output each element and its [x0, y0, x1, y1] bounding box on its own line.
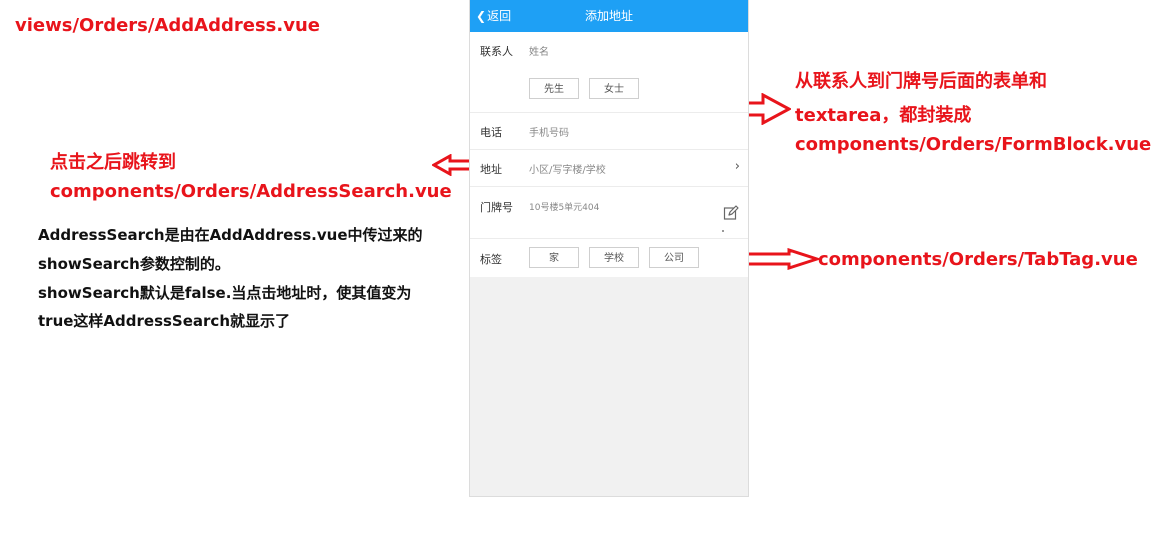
annotation-click-jump: 点击之后跳转到: [50, 152, 176, 173]
annotation-formblock-line2: textarea，都封装成: [795, 105, 972, 126]
chevron-right-icon: ›: [734, 159, 740, 174]
tag-option-school[interactable]: 学校: [589, 247, 639, 268]
contact-name-input[interactable]: 姓名: [529, 43, 549, 58]
annotation-formblock-line1: 从联系人到门牌号后面的表单和: [795, 71, 1047, 92]
address-row[interactable]: 地址 小区/写字楼/学校 ›: [470, 150, 748, 187]
annotation-formblock-file: components/Orders/FormBlock.vue: [795, 134, 1152, 155]
gender-option-mr[interactable]: 先生: [529, 78, 579, 99]
textarea-resize-handle[interactable]: [722, 230, 724, 232]
door-number-row: 门牌号 10号楼5单元404: [470, 187, 748, 239]
annotation-note-line2: showSearch参数控制的。: [38, 255, 230, 273]
annotation-tabtag-file: components/Orders/TabTag.vue: [818, 249, 1138, 270]
annotation-address-search-file: components/Orders/AddressSearch.vue: [50, 181, 452, 202]
tag-option-company[interactable]: 公司: [649, 247, 699, 268]
phone-input[interactable]: 手机号码: [529, 124, 569, 139]
door-number-label: 门牌号: [480, 201, 513, 214]
phone-row: 电话 手机号码: [470, 113, 748, 150]
tag-label: 标签: [480, 253, 502, 266]
contact-label: 联系人: [480, 45, 513, 58]
contact-row: 联系人 姓名 先生 女士: [470, 32, 748, 113]
phone-label: 电话: [480, 126, 502, 139]
address-selector[interactable]: 小区/写字楼/学校: [529, 161, 606, 176]
address-label: 地址: [480, 163, 502, 176]
annotation-note-line1: AddressSearch是由在AddAddress.vue中传过来的: [38, 226, 423, 244]
tag-option-home[interactable]: 家: [529, 247, 579, 268]
annotation-note-line4: true这样AddressSearch就显示了: [38, 312, 290, 330]
annotation-view-file: views/Orders/AddAddress.vue: [15, 15, 320, 36]
annotation-note-line3: showSearch默认是false.当点击地址时，使其值变为: [38, 284, 412, 302]
address-form: 联系人 姓名 先生 女士 电话 手机号码 地址 小区/写字楼/学校 › 门牌号 …: [470, 32, 748, 277]
app-header: ❮返回 添加地址: [470, 0, 748, 32]
page-title: 添加地址: [584, 9, 633, 23]
gender-option-ms[interactable]: 女士: [589, 78, 639, 99]
door-number-textarea[interactable]: 10号楼5单元404: [529, 200, 599, 213]
pencil-edit-icon: [723, 205, 739, 220]
phone-screen: ❮返回 添加地址 联系人 姓名 先生 女士 电话 手机号码 地址 小区/写字楼/…: [469, 0, 749, 497]
tag-row: 标签 家 学校 公司: [470, 239, 748, 277]
